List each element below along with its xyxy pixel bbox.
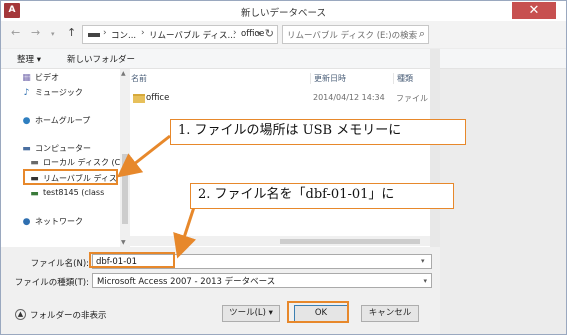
arrow-to-filename <box>173 203 197 259</box>
annotation-arrows <box>116 134 197 259</box>
callout-location: 1. ファイルの場所は USB メモリーに <box>170 119 466 145</box>
arrow-to-usb-drive <box>116 134 171 178</box>
callout-filename: 2. ファイル名を「dbf-01-01」に <box>190 183 454 209</box>
